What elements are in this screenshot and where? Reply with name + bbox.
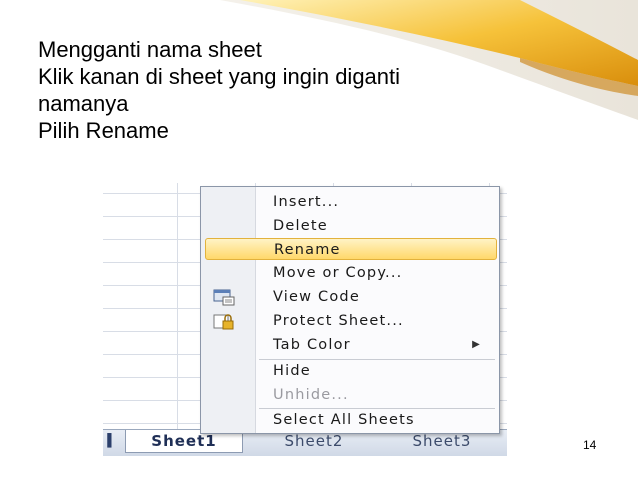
menu-item-label: View Code	[273, 289, 360, 305]
menu-item-label: Move or Copy...	[273, 265, 403, 281]
menu-item-label: Select All Sheets	[273, 412, 415, 428]
menu-item-label: Delete	[273, 218, 328, 234]
menu-item-label: Hide	[273, 363, 311, 379]
menu-item-move-or-copy[interactable]: Move or Copy...	[201, 262, 499, 284]
tab-scroll-icon[interactable]: ▐	[103, 433, 113, 451]
slide-text: Mengganti nama sheet Klik kanan di sheet…	[38, 36, 400, 144]
menu-item-hide[interactable]: Hide	[201, 360, 499, 382]
menu-item-rename[interactable]: Rename	[205, 238, 497, 260]
slide-line-2: namanya	[38, 91, 129, 116]
menu-item-label: Rename	[274, 242, 341, 258]
menu-item-insert[interactable]: Insert...	[201, 191, 499, 213]
protect-sheet-icon	[213, 314, 234, 330]
menu-item-tab-color[interactable]: Tab Color ▶	[201, 334, 499, 356]
menu-item-label: Protect Sheet...	[273, 313, 404, 329]
slide-line-1: Klik kanan di sheet yang ingin diganti	[38, 64, 401, 89]
view-code-icon	[213, 289, 235, 306]
menu-item-label: Unhide...	[273, 387, 349, 403]
menu-item-label: Tab Color	[273, 337, 351, 353]
slide-title: Mengganti nama sheet	[38, 37, 262, 62]
menu-item-delete[interactable]: Delete	[201, 215, 499, 237]
menu-item-protect-sheet[interactable]: Protect Sheet...	[201, 310, 499, 332]
menu-item-select-all-sheets[interactable]: Select All Sheets	[201, 409, 499, 431]
context-menu: Insert... Delete Rename Move or Copy... …	[200, 186, 500, 434]
slide-line-3: Pilih Rename	[38, 118, 169, 143]
menu-item-label: Insert...	[273, 194, 340, 210]
menu-item-view-code[interactable]: View Code	[201, 286, 499, 308]
submenu-arrow-icon: ▶	[472, 339, 481, 350]
page-number: 14	[583, 438, 597, 452]
menu-item-unhide: Unhide...	[201, 384, 499, 406]
